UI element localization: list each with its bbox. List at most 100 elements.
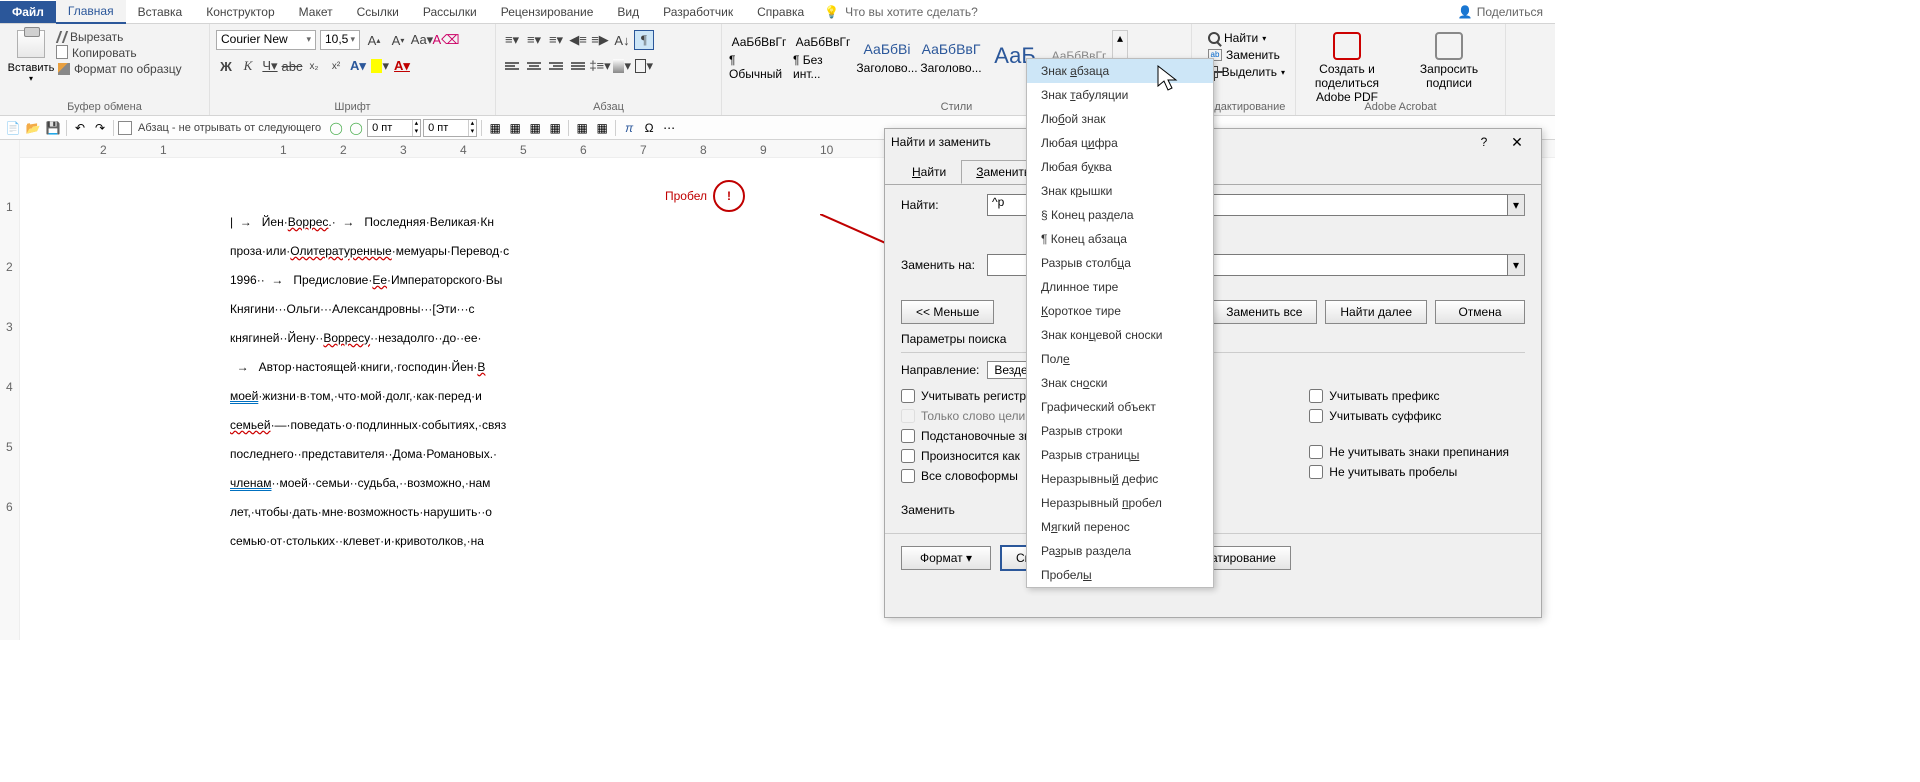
tell-me-search[interactable]: 💡Что вы хотите сделать?: [824, 5, 978, 19]
font-color-button[interactable]: A▾: [392, 56, 412, 76]
cut-button[interactable]: Вырезать: [56, 30, 184, 44]
tab-developer[interactable]: Разработчик: [651, 1, 745, 23]
suffix-checkbox[interactable]: Учитывать суффикс: [1309, 409, 1509, 423]
select-button[interactable]: Выделить▾: [1204, 64, 1289, 80]
special-item-graphic[interactable]: Графический объект: [1027, 395, 1213, 419]
replace-dropdown[interactable]: ▾: [1507, 254, 1525, 276]
special-item-nb-space[interactable]: Неразрывный пробел: [1027, 491, 1213, 515]
bullets-button[interactable]: ≡▾: [502, 30, 522, 50]
qat-omega[interactable]: Ω: [640, 119, 658, 137]
copy-button[interactable]: Копировать: [56, 46, 184, 60]
italic-button[interactable]: К: [238, 56, 258, 76]
special-item-any-letter[interactable]: Любая буква: [1027, 155, 1213, 179]
cancel-button[interactable]: Отмена: [1435, 300, 1525, 324]
multilevel-button[interactable]: ≡▾: [546, 30, 566, 50]
sort-button[interactable]: A↓: [612, 30, 632, 50]
qat-save[interactable]: 💾: [44, 119, 62, 137]
qat-circle1[interactable]: ◯: [327, 119, 345, 137]
qat-b4[interactable]: ▦: [546, 119, 564, 137]
special-item-page-break[interactable]: Разрыв страницы: [1027, 443, 1213, 467]
replace-all-button[interactable]: Заменить все: [1211, 300, 1317, 324]
text-effects-button[interactable]: A▾: [348, 56, 368, 76]
special-item-section-break[interactable]: Разрыв раздела: [1027, 539, 1213, 563]
special-item-footnote[interactable]: Знак сноски: [1027, 371, 1213, 395]
align-center-button[interactable]: [524, 56, 544, 76]
request-signatures-button[interactable]: Запросить подписи: [1404, 32, 1494, 104]
qat-redo[interactable]: ↷: [91, 119, 109, 137]
tab-file[interactable]: Файл: [0, 1, 56, 23]
format-button[interactable]: Формат ▾: [901, 546, 991, 570]
subscript-button[interactable]: x₂: [304, 56, 324, 76]
special-item-any-digit[interactable]: Любая цифра: [1027, 131, 1213, 155]
highlight-button[interactable]: ▾: [370, 56, 390, 76]
find-button[interactable]: Найти▾: [1204, 30, 1289, 46]
bold-button[interactable]: Ж: [216, 56, 236, 76]
ignore-space-checkbox[interactable]: Не учитывать пробелы: [1309, 465, 1509, 479]
qat-open[interactable]: 📂: [24, 119, 42, 137]
underline-button[interactable]: Ч▾: [260, 56, 280, 76]
spacing-after-input[interactable]: 0 пт: [423, 119, 477, 137]
special-item-nb-hyphen[interactable]: Неразрывный дефис: [1027, 467, 1213, 491]
numbering-button[interactable]: ≡▾: [524, 30, 544, 50]
qat-pi[interactable]: π: [620, 119, 638, 137]
special-item-endnote[interactable]: Знак концевой сноски: [1027, 323, 1213, 347]
show-hide-button[interactable]: ¶: [634, 30, 654, 50]
find-dropdown[interactable]: ▾: [1507, 194, 1525, 216]
dialog-close-button[interactable]: ✕: [1499, 134, 1535, 151]
special-item-whitespace[interactable]: Пробелы: [1027, 563, 1213, 587]
strikethrough-button[interactable]: abc: [282, 56, 302, 76]
line-spacing-button[interactable]: ‡≡▾: [590, 56, 610, 76]
justify-button[interactable]: [568, 56, 588, 76]
special-item-en-dash[interactable]: Короткое тире: [1027, 299, 1213, 323]
tab-constructor[interactable]: Конструктор: [194, 1, 286, 23]
format-painter-button[interactable]: Формат по образцу: [56, 62, 184, 76]
style-nospacing[interactable]: АаБбВвГг¶ Без инт...: [792, 30, 854, 86]
tab-find-dialog[interactable]: Найти: [897, 160, 961, 184]
spacing-before-input[interactable]: 0 пт: [367, 119, 421, 137]
decrease-indent-button[interactable]: ◀≡: [568, 30, 588, 50]
special-item-opt-hyphen[interactable]: Мягкий перенос: [1027, 515, 1213, 539]
qat-more[interactable]: ⋯: [660, 119, 678, 137]
qat-b2[interactable]: ▦: [506, 119, 524, 137]
special-item-em-dash[interactable]: Длинное тире: [1027, 275, 1213, 299]
qat-new[interactable]: 📄: [4, 119, 22, 137]
paste-button[interactable]: Вставить ▾: [6, 26, 56, 83]
font-name-select[interactable]: Courier New: [216, 30, 316, 50]
special-item-line-break[interactable]: Разрыв строки: [1027, 419, 1213, 443]
borders-button[interactable]: ▾: [634, 56, 654, 76]
ignore-punct-checkbox[interactable]: Не учитывать знаки препинания: [1309, 445, 1509, 459]
special-item-tab[interactable]: Знак табуляции: [1027, 83, 1213, 107]
special-item-para-end[interactable]: ¶ Конец абзаца: [1027, 227, 1213, 251]
tab-mailings[interactable]: Рассылки: [411, 1, 489, 23]
style-heading2[interactable]: АаБбВвГЗаголово...: [920, 30, 982, 86]
tab-references[interactable]: Ссылки: [345, 1, 411, 23]
font-size-select[interactable]: 10,5: [320, 30, 360, 50]
qat-b1[interactable]: ▦: [486, 119, 504, 137]
tab-layout[interactable]: Макет: [287, 1, 345, 23]
style-heading1[interactable]: АаБбВіЗаголово...: [856, 30, 918, 86]
create-pdf-button[interactable]: Создать и поделиться Adobe PDF: [1302, 32, 1392, 104]
special-item-paragraph[interactable]: Знак абзаца: [1027, 59, 1213, 83]
dialog-help-button[interactable]: ?: [1469, 135, 1499, 149]
style-normal[interactable]: АаБбВвГг¶ Обычный: [728, 30, 790, 86]
qat-check1[interactable]: [118, 121, 132, 135]
align-left-button[interactable]: [502, 56, 522, 76]
qat-undo[interactable]: ↶: [71, 119, 89, 137]
qat-b5[interactable]: ▦: [573, 119, 591, 137]
grow-font-button[interactable]: A▴: [364, 30, 384, 50]
increase-indent-button[interactable]: ≡▶: [590, 30, 610, 50]
prefix-checkbox[interactable]: Учитывать префикс: [1309, 389, 1509, 403]
special-item-section-end[interactable]: § Конец раздела: [1027, 203, 1213, 227]
align-right-button[interactable]: [546, 56, 566, 76]
shrink-font-button[interactable]: A▾: [388, 30, 408, 50]
replace-button[interactable]: abЗаменить: [1204, 47, 1289, 63]
tab-home[interactable]: Главная: [56, 0, 126, 24]
qat-b3[interactable]: ▦: [526, 119, 544, 137]
tab-help[interactable]: Справка: [745, 1, 816, 23]
clear-formatting-button[interactable]: A⌫: [436, 30, 456, 50]
less-button[interactable]: << Меньше: [901, 300, 994, 324]
tab-insert[interactable]: Вставка: [126, 1, 195, 23]
special-item-field[interactable]: Поле: [1027, 347, 1213, 371]
tab-review[interactable]: Рецензирование: [489, 1, 606, 23]
qat-circle2[interactable]: ◯: [347, 119, 365, 137]
